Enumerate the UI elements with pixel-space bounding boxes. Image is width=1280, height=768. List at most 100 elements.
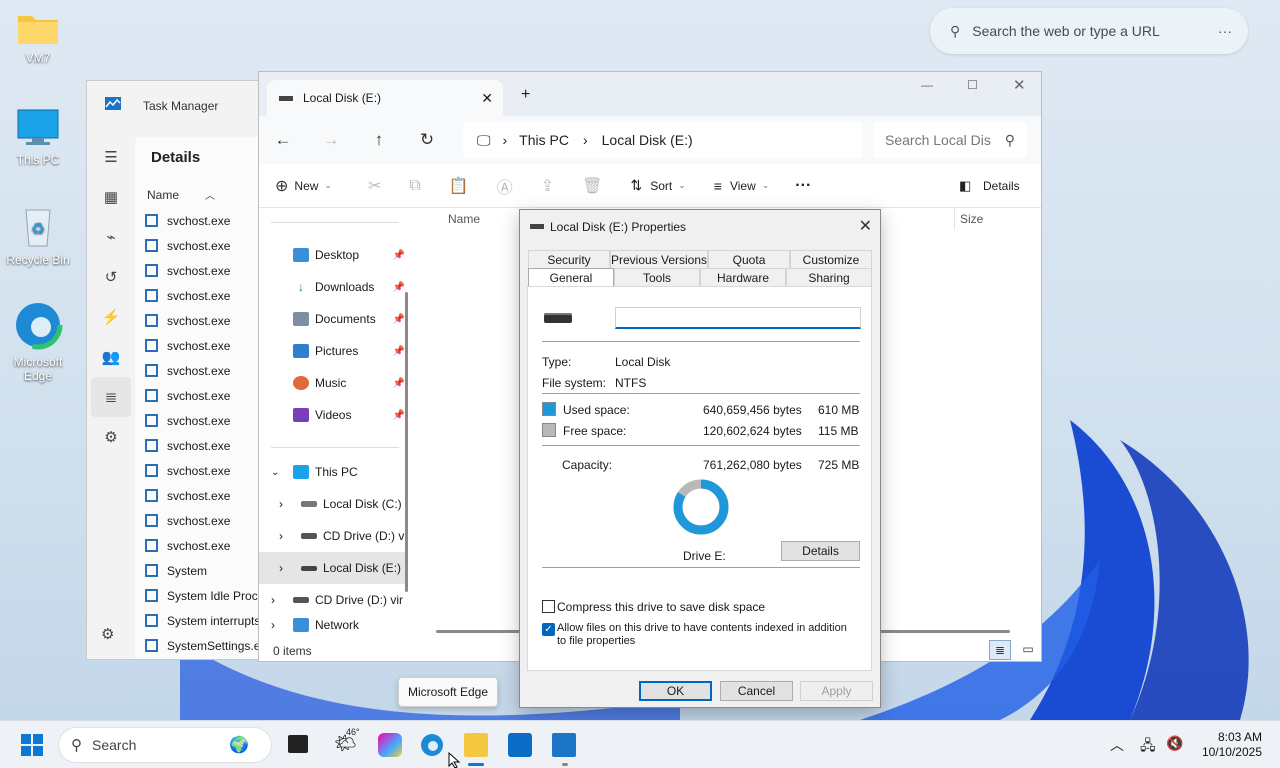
desktop-icon-recycle-bin[interactable]: ♻ Recycle Bin xyxy=(0,204,76,267)
task-manager-taskbar-icon[interactable] xyxy=(552,733,576,757)
process-row[interactable]: svchost.exe xyxy=(143,533,261,558)
hamburger-menu-icon[interactable]: ☰ xyxy=(87,137,135,177)
app-history-icon[interactable]: ↺ xyxy=(87,257,135,297)
weather-icon[interactable]: 🌤 46° xyxy=(334,727,360,757)
desktop-icon-this-pc[interactable]: This PC xyxy=(0,108,76,167)
name-column-header[interactable]: Name xyxy=(448,212,480,226)
tab-security[interactable]: Security xyxy=(528,250,610,268)
ok-button[interactable]: OK xyxy=(639,681,712,701)
chevron-right-icon[interactable]: › xyxy=(279,561,301,575)
copy-icon[interactable]: ⧉ xyxy=(409,177,420,195)
close-window-icon[interactable]: ✕ xyxy=(1013,76,1026,94)
copilot-icon[interactable] xyxy=(378,733,402,757)
index-checkbox[interactable]: ✓ xyxy=(542,623,555,636)
process-row[interactable]: svchost.exe xyxy=(143,383,261,408)
nav-item-drive-e[interactable]: › Local Disk (E:) xyxy=(259,552,407,584)
network-icon[interactable]: 🖧 xyxy=(1140,735,1156,759)
process-row[interactable]: svchost.exe xyxy=(143,308,261,333)
process-row[interactable]: SystemSettings.ex xyxy=(143,633,261,658)
process-row[interactable]: svchost.exe xyxy=(143,508,261,533)
process-row[interactable]: System interrupts xyxy=(143,608,261,633)
process-row[interactable]: svchost.exe xyxy=(143,358,261,383)
up-icon[interactable]: ↑ xyxy=(355,130,403,150)
process-row[interactable]: svchost.exe xyxy=(143,233,261,258)
cut-icon[interactable]: ✂ xyxy=(368,176,381,196)
tab-sharing[interactable]: Sharing xyxy=(786,268,872,286)
size-column-header[interactable]: Size xyxy=(960,212,983,226)
compress-checkbox[interactable] xyxy=(542,600,555,613)
tab-hardware[interactable]: Hardware xyxy=(700,268,786,286)
address-bar[interactable]: 🖵 › This PC › Local Disk (E:) xyxy=(463,122,863,158)
drive-label-input[interactable] xyxy=(615,307,861,329)
nav-item-documents[interactable]: Documents 📌 xyxy=(259,303,407,335)
volume-icon[interactable]: 🔇 xyxy=(1166,735,1183,752)
chevron-right-icon[interactable]: › xyxy=(271,593,293,607)
nav-item-this-pc[interactable]: ⌄ This PC xyxy=(259,456,407,488)
breadcrumb-this-pc[interactable]: This PC xyxy=(519,132,569,148)
process-row[interactable]: svchost.exe xyxy=(143,258,261,283)
sort-button[interactable]: Sort xyxy=(650,179,672,193)
tab-local-disk-e[interactable]: Local Disk (E:) ✕ xyxy=(267,80,503,116)
nav-item-desktop[interactable]: Desktop 📌 xyxy=(259,239,407,271)
start-icon[interactable] xyxy=(20,733,44,757)
nav-item-pictures[interactable]: Pictures 📌 xyxy=(259,335,407,367)
tab-previous-versions[interactable]: Previous Versions xyxy=(609,250,709,268)
maximize-icon[interactable]: ☐ xyxy=(967,78,978,92)
desktop-icon-edge[interactable]: Microsoft Edge xyxy=(0,300,76,383)
rename-icon[interactable]: Ⓐ xyxy=(497,174,513,198)
edge-taskbar-icon[interactable] xyxy=(420,733,444,757)
file-explorer-icon[interactable] xyxy=(464,733,488,757)
close-icon[interactable]: ✕ xyxy=(859,216,872,236)
cancel-button[interactable]: Cancel xyxy=(720,681,793,701)
details-view-icon[interactable]: ≣ xyxy=(989,640,1011,660)
process-row[interactable]: System xyxy=(143,558,261,583)
breadcrumb-local-disk-e[interactable]: Local Disk (E:) xyxy=(602,132,693,148)
nav-item-drive-c[interactable]: › Local Disk (C:) xyxy=(259,488,407,520)
name-column-header[interactable]: Name ︿ xyxy=(147,187,215,202)
details-icon[interactable]: ≣ xyxy=(91,377,131,417)
nav-item-downloads[interactable]: ↓ Downloads 📌 xyxy=(259,271,407,303)
tab-customize[interactable]: Customize xyxy=(790,250,872,268)
details-pane-button[interactable]: Details xyxy=(983,179,1020,193)
tab-general[interactable]: General xyxy=(528,268,614,286)
process-row[interactable]: svchost.exe xyxy=(143,433,261,458)
details-button[interactable]: Details xyxy=(781,541,860,561)
new-tab-icon[interactable]: + xyxy=(521,86,530,104)
nav-item-drive-d[interactable]: › CD Drive (D:) v xyxy=(259,520,407,552)
process-row[interactable]: svchost.exe xyxy=(143,333,261,358)
nav-item-cd-drive[interactable]: › CD Drive (D:) vir xyxy=(259,584,407,616)
nav-item-videos[interactable]: Videos 📌 xyxy=(259,399,407,431)
tab-quota[interactable]: Quota xyxy=(708,250,791,268)
chevron-right-icon[interactable]: › xyxy=(271,618,293,632)
tiles-view-icon[interactable]: ▭ xyxy=(1017,640,1039,660)
paste-icon[interactable]: 📋 xyxy=(449,176,469,196)
store-icon[interactable] xyxy=(508,733,532,757)
settings-gear-icon[interactable]: ⚙ xyxy=(101,625,114,643)
clock[interactable]: 8:03 AM 10/10/2025 xyxy=(1202,730,1262,760)
process-row[interactable]: svchost.exe xyxy=(143,483,261,508)
performance-icon[interactable]: ⌁ xyxy=(87,217,135,257)
share-icon[interactable]: ⇪ xyxy=(541,176,554,196)
view-button[interactable]: View xyxy=(730,179,756,193)
process-row[interactable]: svchost.exe xyxy=(143,458,261,483)
refresh-icon[interactable]: ↻ xyxy=(403,130,451,150)
forward-icon[interactable]: → xyxy=(307,130,355,150)
chevron-right-icon[interactable]: › xyxy=(279,497,301,511)
close-tab-icon[interactable]: ✕ xyxy=(481,90,493,107)
services-icon[interactable]: ⚙ xyxy=(87,417,135,457)
back-icon[interactable]: ← xyxy=(259,130,307,150)
more-options-icon[interactable]: ··· xyxy=(795,177,811,195)
startup-apps-icon[interactable]: ⚡ xyxy=(87,297,135,337)
chevron-right-icon[interactable]: › xyxy=(279,529,301,543)
task-view-icon[interactable] xyxy=(288,735,308,753)
desktop-icon-vm7[interactable]: VM7 xyxy=(0,10,76,65)
nav-scrollbar[interactable] xyxy=(405,292,408,592)
apply-button[interactable]: Apply xyxy=(800,681,873,701)
more-options-icon[interactable]: ··· xyxy=(1218,23,1232,39)
process-row[interactable]: svchost.exe xyxy=(143,408,261,433)
edge-search-bar[interactable]: ⚲ Search the web or type a URL ··· xyxy=(930,8,1248,54)
process-row[interactable]: svchost.exe xyxy=(143,283,261,308)
new-button[interactable]: New xyxy=(294,179,318,193)
taskbar-search[interactable]: ⚲ Search 🌍 xyxy=(58,727,272,763)
process-row[interactable]: System Idle Proce xyxy=(143,583,261,608)
